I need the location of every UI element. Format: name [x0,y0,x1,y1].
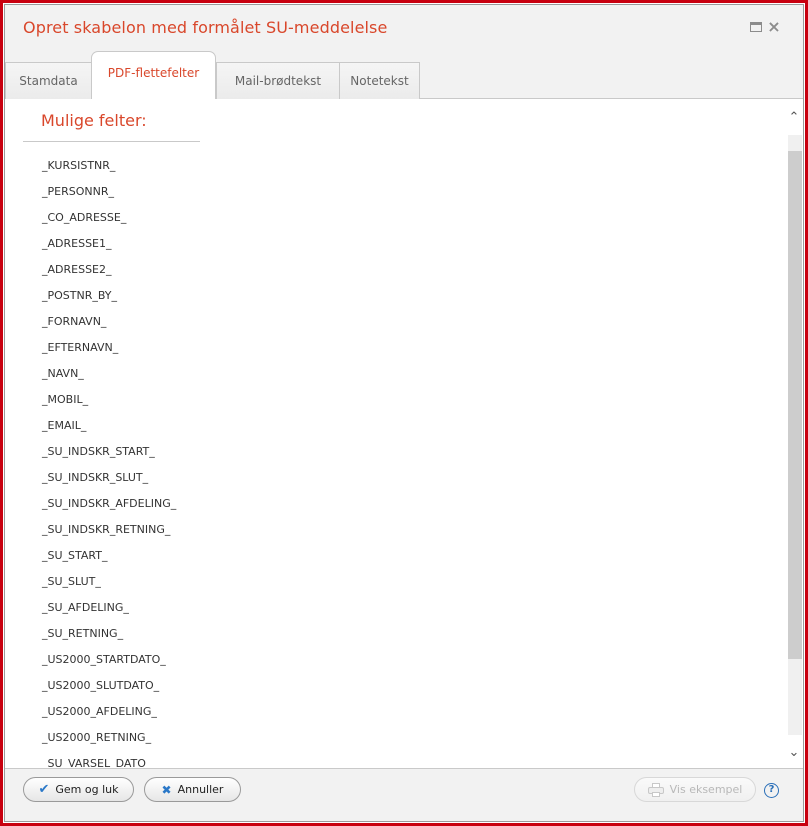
tab-mail-brodtekst[interactable]: Mail-brødtekst [216,62,340,99]
scroll-track[interactable] [788,135,802,735]
merge-field-item[interactable]: _MOBIL_ [42,393,176,419]
tab-stamdata[interactable]: Stamdata [5,62,92,99]
tab-bar: Stamdata Mail-brødtekst Notetekst PDF-fl… [5,50,803,100]
merge-field-item[interactable]: _POSTNR_BY_ [42,289,176,315]
printer-icon [647,782,664,797]
dialog-title: Opret skabelon med formålet SU-meddelels… [23,18,388,37]
cancel-button[interactable]: ✖ Annuller [144,777,241,802]
section-title: Mulige felter: [41,111,147,130]
merge-field-item[interactable]: _ADRESSE1_ [42,237,176,263]
cancel-button-label: Annuller [177,783,224,796]
save-and-close-button[interactable]: ✔ Gem og luk [23,777,134,802]
dialog-footer: ✔ Gem og luk ✖ Annuller Vis eksempel ? [5,768,803,821]
title-bar: Opret skabelon med formålet SU-meddelels… [5,5,803,50]
merge-field-item[interactable]: _KURSISTNR_ [42,159,176,185]
merge-field-item[interactable]: _US2000_SLUTDATO_ [42,679,176,705]
vertical-scrollbar[interactable]: ⌃ ⌄ [785,99,803,772]
merge-field-item[interactable]: _SU_INDSKR_RETNING_ [42,523,176,549]
preview-button[interactable]: Vis eksempel [634,777,756,802]
merge-field-item[interactable]: _CO_ADRESSE_ [42,211,176,237]
merge-field-item[interactable]: _SU_RETNING_ [42,627,176,653]
dialog-frame: Opret skabelon med formålet SU-meddelels… [4,4,804,822]
preview-button-label: Vis eksempel [669,783,743,796]
dialog-window: Opret skabelon med formålet SU-meddelels… [0,0,808,826]
merge-field-item[interactable]: _SU_AFDELING_ [42,601,176,627]
merge-field-item[interactable]: _SU_INDSKR_START_ [42,445,176,471]
maximize-icon[interactable] [749,20,763,34]
x-icon: ✖ [161,782,172,797]
close-icon[interactable]: × [767,19,781,35]
merge-field-item[interactable]: _US2000_STARTDATO_ [42,653,176,679]
merge-field-list: _KURSISTNR_ _PERSONNR_ _CO_ADRESSE_ _ADRESS… [42,159,176,772]
tab-pdf-flettefelter[interactable]: PDF-flettefelter [91,51,216,100]
merge-field-item[interactable]: _US2000_AFDELING_ [42,705,176,731]
merge-field-item[interactable]: _US2000_RETNING_ [42,731,176,757]
scroll-thumb[interactable] [788,151,802,659]
chevron-down-icon[interactable]: ⌄ [785,744,803,762]
tab-content: Mulige felter: _KURSISTNR_ _PERSONNR_ _CO_… [5,99,803,772]
merge-field-item[interactable]: _EFTERNAVN_ [42,341,176,367]
merge-field-item[interactable]: _SU_SLUT_ [42,575,176,601]
check-icon: ✔ [38,782,50,797]
tab-notetekst[interactable]: Notetekst [339,62,420,99]
section-divider [23,141,200,142]
merge-field-item[interactable]: _EMAIL_ [42,419,176,445]
chevron-up-icon[interactable]: ⌃ [785,109,803,127]
merge-field-item[interactable]: _SU_START_ [42,549,176,575]
merge-field-item[interactable]: _SU_INDSKR_SLUT_ [42,471,176,497]
merge-field-item[interactable]: _PERSONNR_ [42,185,176,211]
merge-field-item[interactable]: _ADRESSE2_ [42,263,176,289]
save-button-label: Gem og luk [55,783,119,796]
merge-field-item[interactable]: _SU_INDSKR_AFDELING_ [42,497,176,523]
help-icon[interactable]: ? [764,783,779,798]
merge-field-item[interactable]: _FORNAVN_ [42,315,176,341]
merge-field-item[interactable]: _NAVN_ [42,367,176,393]
